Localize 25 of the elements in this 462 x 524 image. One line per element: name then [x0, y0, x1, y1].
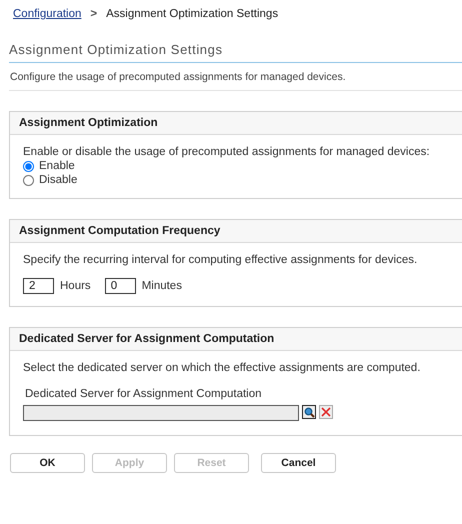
radio-button[interactable] — [23, 174, 34, 186]
section-text: Enable or disable the usage of precomputed assignments for managed devices: — [23, 146, 431, 158]
breadcrumb-current: Assignment Optimization Settings — [106, 8, 278, 20]
section-header: Assignment Optimization — [10, 112, 462, 135]
action-button[interactable]: Cancel — [261, 453, 336, 473]
radio-button[interactable] — [23, 160, 34, 172]
hours-field[interactable]: 2 — [23, 278, 54, 294]
page-title: Assignment Optimization Settings — [9, 42, 462, 63]
hours-label: Hours — [60, 280, 91, 292]
section-text: Specify the recurring interval for computing effective assignments for devices. — [23, 254, 418, 266]
section-header: Assignment Computation Frequency — [10, 220, 462, 243]
breadcrumb-separator: > — [90, 8, 98, 20]
search-icon[interactable] — [302, 405, 316, 419]
breadcrumb-link[interactable]: Configuration — [13, 8, 82, 20]
radio-label: Disable — [39, 174, 78, 186]
action-button[interactable]: OK — [10, 453, 85, 473]
minutes-field[interactable]: 0 — [104, 278, 136, 294]
radio-label: Enable — [39, 160, 75, 172]
page-description: Configure the usage of precomputed assignments for managed devices. — [9, 63, 462, 91]
field-label: Dedicated Server for Assignment Computation — [24, 388, 263, 400]
close-icon[interactable] — [319, 405, 333, 419]
section-text: Select the dedicated server on which the effective assignments are computed. — [23, 362, 422, 374]
minutes-label: Minutes — [142, 280, 182, 292]
section-header: Dedicated Server for Assignment Computation — [10, 328, 462, 351]
server-field[interactable] — [23, 405, 299, 421]
